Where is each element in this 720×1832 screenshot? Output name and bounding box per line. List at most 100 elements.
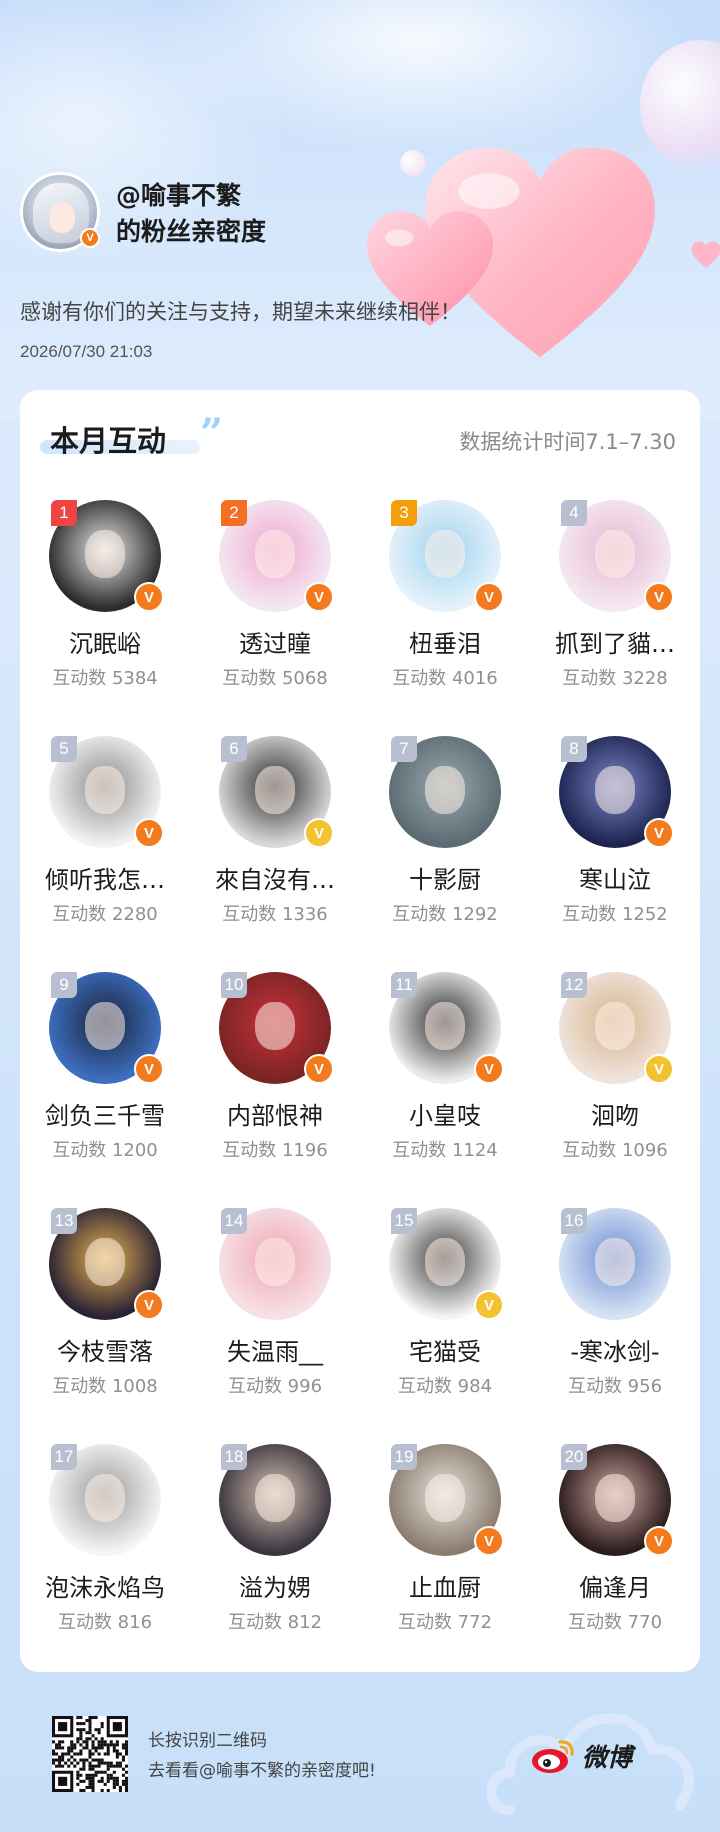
interaction-count: 互动数 996 <box>227 1376 323 1397</box>
fan-item[interactable]: 6 V 來自沒有… 互动数 1336 <box>190 736 360 972</box>
fan-name[interactable]: 透过瞳 <box>190 624 360 659</box>
fan-name[interactable]: 内部恨神 <box>190 1096 360 1131</box>
fan-name[interactable]: 抓到了貓… <box>530 624 700 659</box>
interaction-count: 互动数 1008 <box>52 1376 158 1397</box>
fan-name[interactable]: 剑负三千雪 <box>20 1096 190 1131</box>
fan-item[interactable]: 10 V 内部恨神互动数 1196 <box>190 972 360 1208</box>
weibo-brand: 微博 <box>582 1743 633 1772</box>
interaction-count: 互动数 1292 <box>392 904 498 925</box>
fan-name[interactable]: 寒山泣 <box>530 860 700 895</box>
interaction-count: 互动数 812 <box>227 1612 323 1633</box>
interaction-count: 互动数 1096 <box>562 1140 668 1161</box>
fan-name[interactable]: 止血厨 <box>360 1568 530 1603</box>
fan-name[interactable]: 今枝雪落 <box>20 1332 190 1367</box>
fan-name[interactable]: 溢为娚 <box>190 1568 360 1603</box>
rank-badge: 2 <box>221 500 247 526</box>
monthly-interaction-card: 本月互动 ” 数据统计时间7.1–7.30 1 V 沉眠峪 互动数 5384 2 V 透过瞳… <box>20 390 700 1672</box>
fan-name[interactable]: 泡沫永焰鸟 <box>20 1568 190 1603</box>
interaction-count: 互动数 770 <box>567 1612 663 1633</box>
fan-item[interactable]: 1 V 沉眠峪互动数 5384 <box>20 500 190 736</box>
verified-icon: V <box>474 1290 504 1320</box>
fan-name[interactable]: 宅猫受 <box>360 1332 530 1367</box>
fan-name[interactable]: 洄吻 <box>530 1096 700 1131</box>
verified-icon: V <box>474 1054 504 1084</box>
rank-badge: 12 <box>561 972 587 998</box>
fan-item[interactable]: 4 V 抓到了貓… 互动数 3228 <box>530 500 700 736</box>
fan-item[interactable]: 20 V 偏逢月互动数 770 <box>530 1444 700 1680</box>
fan-name[interactable]: 失温雨__ <box>190 1332 360 1367</box>
verified-icon: V <box>644 818 674 848</box>
fan-item[interactable]: 13 V 今枝雪落互动数 1008 <box>20 1208 190 1444</box>
verified-icon: V <box>134 1054 164 1084</box>
footer-hint: 长按识别二维码 <box>148 1731 267 1751</box>
qr-code[interactable] <box>52 1716 128 1792</box>
interaction-count: 互动数 3228 <box>562 668 668 689</box>
verified-icon: V <box>304 818 334 848</box>
verified-icon: V <box>304 1054 334 1084</box>
weibo-logo[interactable]: 微博 <box>530 1736 632 1776</box>
verified-icon: V <box>474 1526 504 1556</box>
verified-icon: V <box>474 582 504 612</box>
fan-name[interactable]: 杻垂泪 <box>360 624 530 659</box>
rank-badge: 5 <box>51 736 77 762</box>
quote-icon: ” <box>200 410 224 457</box>
fan-item[interactable]: 11 V 小皇吱互动数 1124 <box>360 972 530 1208</box>
verified-icon: V <box>134 1290 164 1320</box>
fan-name[interactable]: 小皇吱 <box>360 1096 530 1131</box>
verified-icon: V <box>134 582 164 612</box>
interaction-count: 互动数 5384 <box>52 668 158 689</box>
rank-badge: 19 <box>391 1444 417 1470</box>
heart-decoration-tiny-icon <box>691 241 720 268</box>
fan-item[interactable]: 16 -寒冰剑- 互动数 956 <box>530 1208 700 1444</box>
thanks-message: 感谢有你们的关注与支持，期望未来继续相伴！ <box>20 300 461 324</box>
verified-icon: V <box>644 1054 674 1084</box>
rank-badge: 6 <box>221 736 247 762</box>
interaction-count: 互动数 1196 <box>222 1140 328 1161</box>
fan-item[interactable]: 15 V 宅猫受互动数 984 <box>360 1208 530 1444</box>
rank-badge: 3 <box>391 500 417 526</box>
rank-badge: 13 <box>51 1208 77 1234</box>
fan-item[interactable]: 8 V 寒山泣 互动数 1252 <box>530 736 700 972</box>
fan-name[interactable]: 沉眠峪 <box>20 624 190 659</box>
fan-name[interactable]: 倾听我怎… <box>20 860 190 895</box>
verified-icon: V <box>304 582 334 612</box>
rank-badge: 10 <box>221 972 247 998</box>
fan-name[interactable]: 偏逢月 <box>530 1568 700 1603</box>
fan-item[interactable]: 3 V 杻垂泪 互动数 4016 <box>360 500 530 736</box>
fan-name[interactable]: -寒冰剑- <box>530 1332 700 1367</box>
stats-period: 数据统计时间7.1–7.30 <box>459 430 676 454</box>
fan-name[interactable]: 來自沒有… <box>190 860 360 895</box>
interaction-count: 互动数 816 <box>57 1612 153 1633</box>
owner-username[interactable]: @喻事不繁 <box>116 176 241 212</box>
rank-badge: 1 <box>51 500 77 526</box>
fan-item[interactable]: 14 失温雨__ 互动数 996 <box>190 1208 360 1444</box>
rank-badge: 20 <box>561 1444 587 1470</box>
fan-item[interactable]: 9 V 剑负三千雪 互动数 1200 <box>20 972 190 1208</box>
interaction-count: 互动数 984 <box>397 1376 493 1397</box>
rank-badge: 4 <box>561 500 587 526</box>
rank-badge: 7 <box>391 736 417 762</box>
rank-badge: 11 <box>391 972 417 998</box>
fan-name[interactable]: 十影厨 <box>360 860 530 895</box>
fan-item[interactable]: 7 十影厨互动数 1292 <box>360 736 530 972</box>
verified-icon: V <box>644 1526 674 1556</box>
interaction-count: 互动数 1124 <box>392 1140 498 1161</box>
fan-item[interactable]: 12 V 洄吻互动数 1096 <box>530 972 700 1208</box>
weibo-eye-icon <box>532 1740 574 1773</box>
interaction-count: 互动数 5068 <box>222 668 328 689</box>
fan-item[interactable]: 18 溢为娚 互动数 812 <box>190 1444 360 1680</box>
fan-item[interactable]: 17 泡沫永焰鸟互动数 816 <box>20 1444 190 1680</box>
fan-item[interactable]: 5 V 倾听我怎… 互动数 2280 <box>20 736 190 972</box>
rank-badge: 14 <box>221 1208 247 1234</box>
rank-badge: 8 <box>561 736 587 762</box>
rank-badge: 15 <box>391 1208 417 1234</box>
interaction-count: 互动数 956 <box>567 1376 663 1397</box>
fan-item[interactable]: 19 V 止血厨互动数 772 <box>360 1444 530 1680</box>
rank-badge: 17 <box>51 1444 77 1470</box>
fan-item[interactable]: 2 V 透过瞳互动数 5068 <box>190 500 360 736</box>
verified-icon: V <box>644 582 674 612</box>
timestamp: 2026/07/30 21:03 <box>20 342 153 361</box>
rank-badge: 9 <box>51 972 77 998</box>
interaction-count: 互动数 772 <box>397 1612 493 1633</box>
interaction-count: 互动数 2280 <box>52 904 158 925</box>
